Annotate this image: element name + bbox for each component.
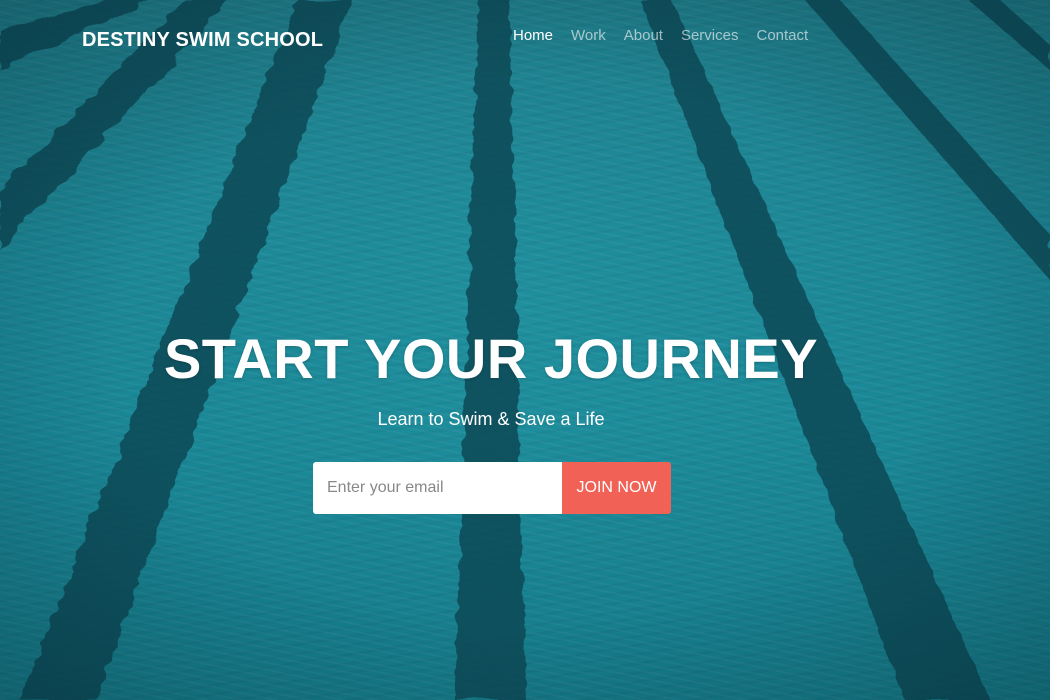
nav-link-services[interactable]: Services — [681, 27, 739, 44]
top-navbar: DESTINY SWIM SCHOOL Home Work About Serv… — [0, 0, 1050, 80]
email-input[interactable] — [313, 462, 562, 514]
nav-item-home: Home — [513, 27, 553, 45]
hero-content: START YOUR JOURNEY Learn to Swim & Save … — [0, 328, 1050, 430]
nav-link-work[interactable]: Work — [571, 27, 606, 44]
nav-link-home[interactable]: Home — [513, 27, 553, 44]
join-now-button[interactable]: JOIN NOW — [562, 462, 671, 514]
brand-logo[interactable]: DESTINY SWIM SCHOOL — [82, 29, 323, 52]
hero-title: START YOUR JOURNEY — [163, 327, 819, 390]
nav-item-contact: Contact — [756, 27, 808, 45]
hero-subtitle: Learn to Swim & Save a Life — [377, 409, 605, 429]
nav-menu: Home Work About Services Contact — [513, 27, 808, 45]
email-signup-form: JOIN NOW — [313, 462, 671, 514]
nav-link-about[interactable]: About — [624, 27, 663, 44]
nav-item-work: Work — [571, 27, 606, 45]
nav-item-about: About — [624, 27, 663, 45]
nav-link-contact[interactable]: Contact — [756, 27, 808, 44]
hero-section: DESTINY SWIM SCHOOL Home Work About Serv… — [0, 0, 1050, 700]
nav-item-services: Services — [681, 27, 739, 45]
